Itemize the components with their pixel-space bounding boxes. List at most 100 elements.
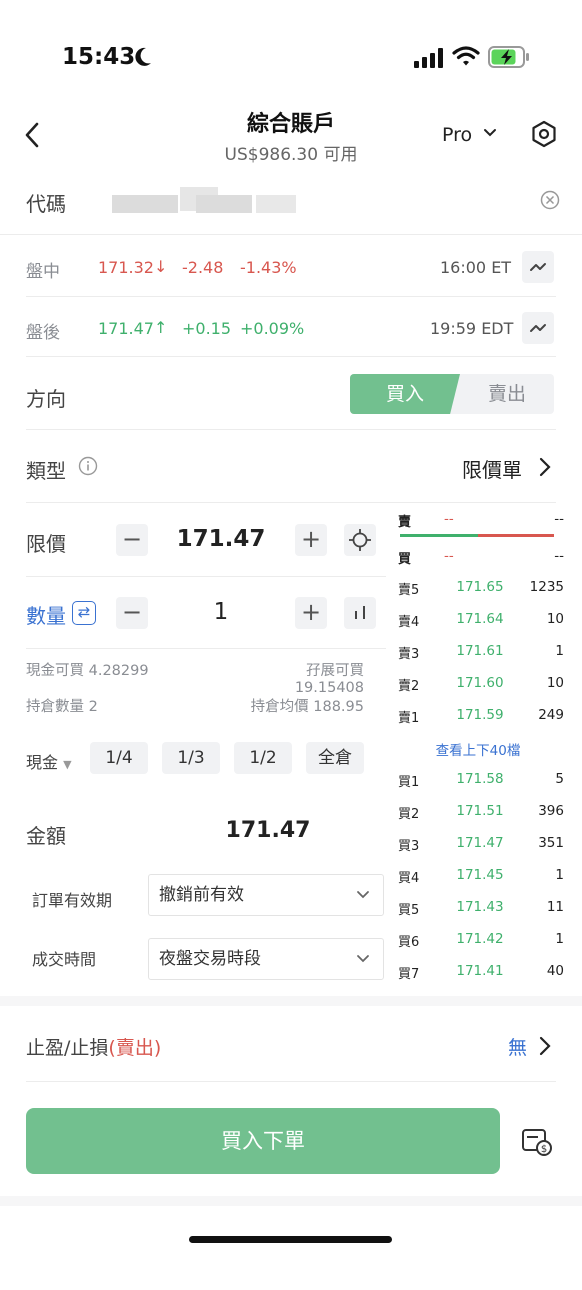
- plus-icon: +: [300, 525, 322, 553]
- ask-2-label: 賣2: [398, 679, 420, 694]
- bid-7-label: 買7: [398, 967, 420, 982]
- order-type-value[interactable]: 限價單: [462, 454, 522, 483]
- after-hours-change: +0.15: [182, 319, 232, 338]
- take-profit-stop-loss-row[interactable]: 止盈/止損(賣出): [26, 1033, 161, 1060]
- bid-2-price[interactable]: 171.51: [440, 803, 520, 819]
- direction-label: 方向: [26, 387, 66, 411]
- buy-toggle[interactable]: 買入: [350, 374, 460, 414]
- bid-4-price[interactable]: 171.45: [440, 867, 520, 883]
- margin-buyable: 孖展可買 19.15408: [294, 663, 364, 696]
- view-depth-link[interactable]: 查看上下40檔: [396, 739, 560, 759]
- bid-1-price[interactable]: 171.58: [440, 771, 520, 787]
- ask-2-qty: 10: [546, 675, 564, 691]
- fraction-all-button[interactable]: 全倉: [306, 742, 364, 774]
- signal-icon: [414, 48, 443, 68]
- sell-toggle[interactable]: 賣出: [460, 374, 554, 414]
- intraday-percent: -1.43%: [240, 258, 297, 277]
- status-time: 15:43: [62, 44, 136, 70]
- code-input-redacted[interactable]: [100, 181, 340, 219]
- bid-3-price[interactable]: 171.47: [440, 835, 520, 851]
- session-select[interactable]: 夜盤交易時段: [148, 938, 384, 980]
- validity-value: 撤銷前有效: [159, 885, 244, 905]
- intraday-chart-button[interactable]: [522, 251, 554, 283]
- best-bid-qty: --: [554, 548, 564, 564]
- validity-select[interactable]: 撤銷前有效: [148, 874, 384, 916]
- bid-6-label: 買6: [398, 935, 420, 950]
- after-hours-percent: +0.09%: [240, 319, 305, 338]
- section-separator: [0, 996, 582, 1006]
- account-type-label: 現金: [26, 753, 59, 772]
- plus-icon: +: [300, 598, 322, 626]
- quantity-minus-button[interactable]: −: [116, 597, 148, 629]
- depth-toggle-button[interactable]: [344, 597, 376, 629]
- price-locate-button[interactable]: [344, 524, 376, 556]
- fraction-half-button[interactable]: 1/2: [234, 742, 292, 774]
- bid-4-qty: 1: [555, 867, 564, 883]
- bid-7-price[interactable]: 171.41: [440, 963, 520, 979]
- chevron-down-icon[interactable]: [483, 126, 497, 140]
- ask-4-label: 賣4: [398, 615, 420, 630]
- bid-7-qty: 40: [546, 963, 564, 979]
- svg-text:$: $: [541, 1144, 547, 1155]
- after-hours-chart-button[interactable]: [522, 312, 554, 344]
- available-balance: US$986.30 可用: [224, 145, 358, 165]
- section-separator: [0, 1196, 582, 1206]
- bid-5-price[interactable]: 171.43: [440, 899, 520, 915]
- ask-3-label: 賣3: [398, 647, 420, 662]
- ask-3-price[interactable]: 171.61: [440, 643, 520, 659]
- wifi-icon: [452, 46, 480, 66]
- fee-icon[interactable]: $: [520, 1126, 554, 1158]
- take-profit-label: 止盈/止損: [26, 1037, 109, 1059]
- fraction-quarter-button[interactable]: 1/4: [90, 742, 148, 774]
- ask-1-label: 賣1: [398, 711, 420, 726]
- bid-2-label: 買2: [398, 807, 420, 822]
- limit-price-input[interactable]: 171.47: [150, 526, 292, 552]
- chevron-right-icon[interactable]: [538, 1036, 552, 1056]
- info-icon[interactable]: [78, 456, 98, 476]
- settings-icon[interactable]: [530, 120, 558, 148]
- ask-2-price[interactable]: 171.60: [440, 675, 520, 691]
- limit-price-minus-button[interactable]: −: [116, 524, 148, 556]
- quantity-label: 數量: [26, 604, 66, 628]
- take-profit-value[interactable]: 無: [508, 1033, 527, 1060]
- quantity-input[interactable]: 1: [150, 599, 292, 625]
- ask-5-price[interactable]: 171.65: [440, 579, 520, 595]
- session-value: 夜盤交易時段: [159, 949, 261, 969]
- minus-icon: −: [121, 598, 143, 626]
- bid-6-price[interactable]: 171.42: [440, 931, 520, 947]
- depth-icon: [355, 606, 365, 619]
- swap-icon[interactable]: ⇄: [72, 601, 96, 625]
- intraday-time: 16:00 ET: [440, 258, 512, 277]
- home-indicator[interactable]: [189, 1236, 392, 1243]
- bid-1-qty: 5: [555, 771, 564, 787]
- fraction-third-button[interactable]: 1/3: [162, 742, 220, 774]
- bid-4-label: 買4: [398, 871, 420, 886]
- ask-4-qty: 10: [546, 611, 564, 627]
- buy-ratio-bar: [400, 534, 478, 537]
- intraday-label: 盤中: [26, 262, 60, 282]
- submit-buy-order-button[interactable]: 買入下單: [26, 1108, 500, 1174]
- best-ask-label: 賣: [398, 515, 412, 530]
- bid-2-qty: 396: [538, 803, 564, 819]
- best-bid-label: 買: [398, 552, 412, 567]
- pro-mode-selector[interactable]: Pro: [442, 124, 472, 146]
- after-hours-price: 171.47: [98, 319, 154, 338]
- account-type-selector[interactable]: 現金 ▼: [26, 749, 72, 773]
- minus-icon: −: [121, 525, 143, 553]
- best-ask-price: --: [444, 511, 454, 527]
- ask-4-price[interactable]: 171.64: [440, 611, 520, 627]
- position-quantity: 持倉數量 2: [26, 699, 98, 715]
- best-bid-price: --: [444, 548, 454, 564]
- chevron-right-icon[interactable]: [538, 457, 552, 477]
- bid-1-label: 買1: [398, 775, 420, 790]
- intraday-change: -2.48: [182, 258, 224, 277]
- quantity-plus-button[interactable]: +: [295, 597, 327, 629]
- clear-icon[interactable]: [540, 190, 560, 210]
- best-ask-qty: --: [554, 511, 564, 527]
- ask-1-price[interactable]: 171.59: [440, 707, 520, 723]
- session-label: 成交時間: [32, 950, 97, 969]
- limit-price-plus-button[interactable]: +: [295, 524, 327, 556]
- moon-icon: [135, 47, 151, 66]
- chart-icon: [530, 324, 546, 332]
- bid-3-label: 買3: [398, 839, 420, 854]
